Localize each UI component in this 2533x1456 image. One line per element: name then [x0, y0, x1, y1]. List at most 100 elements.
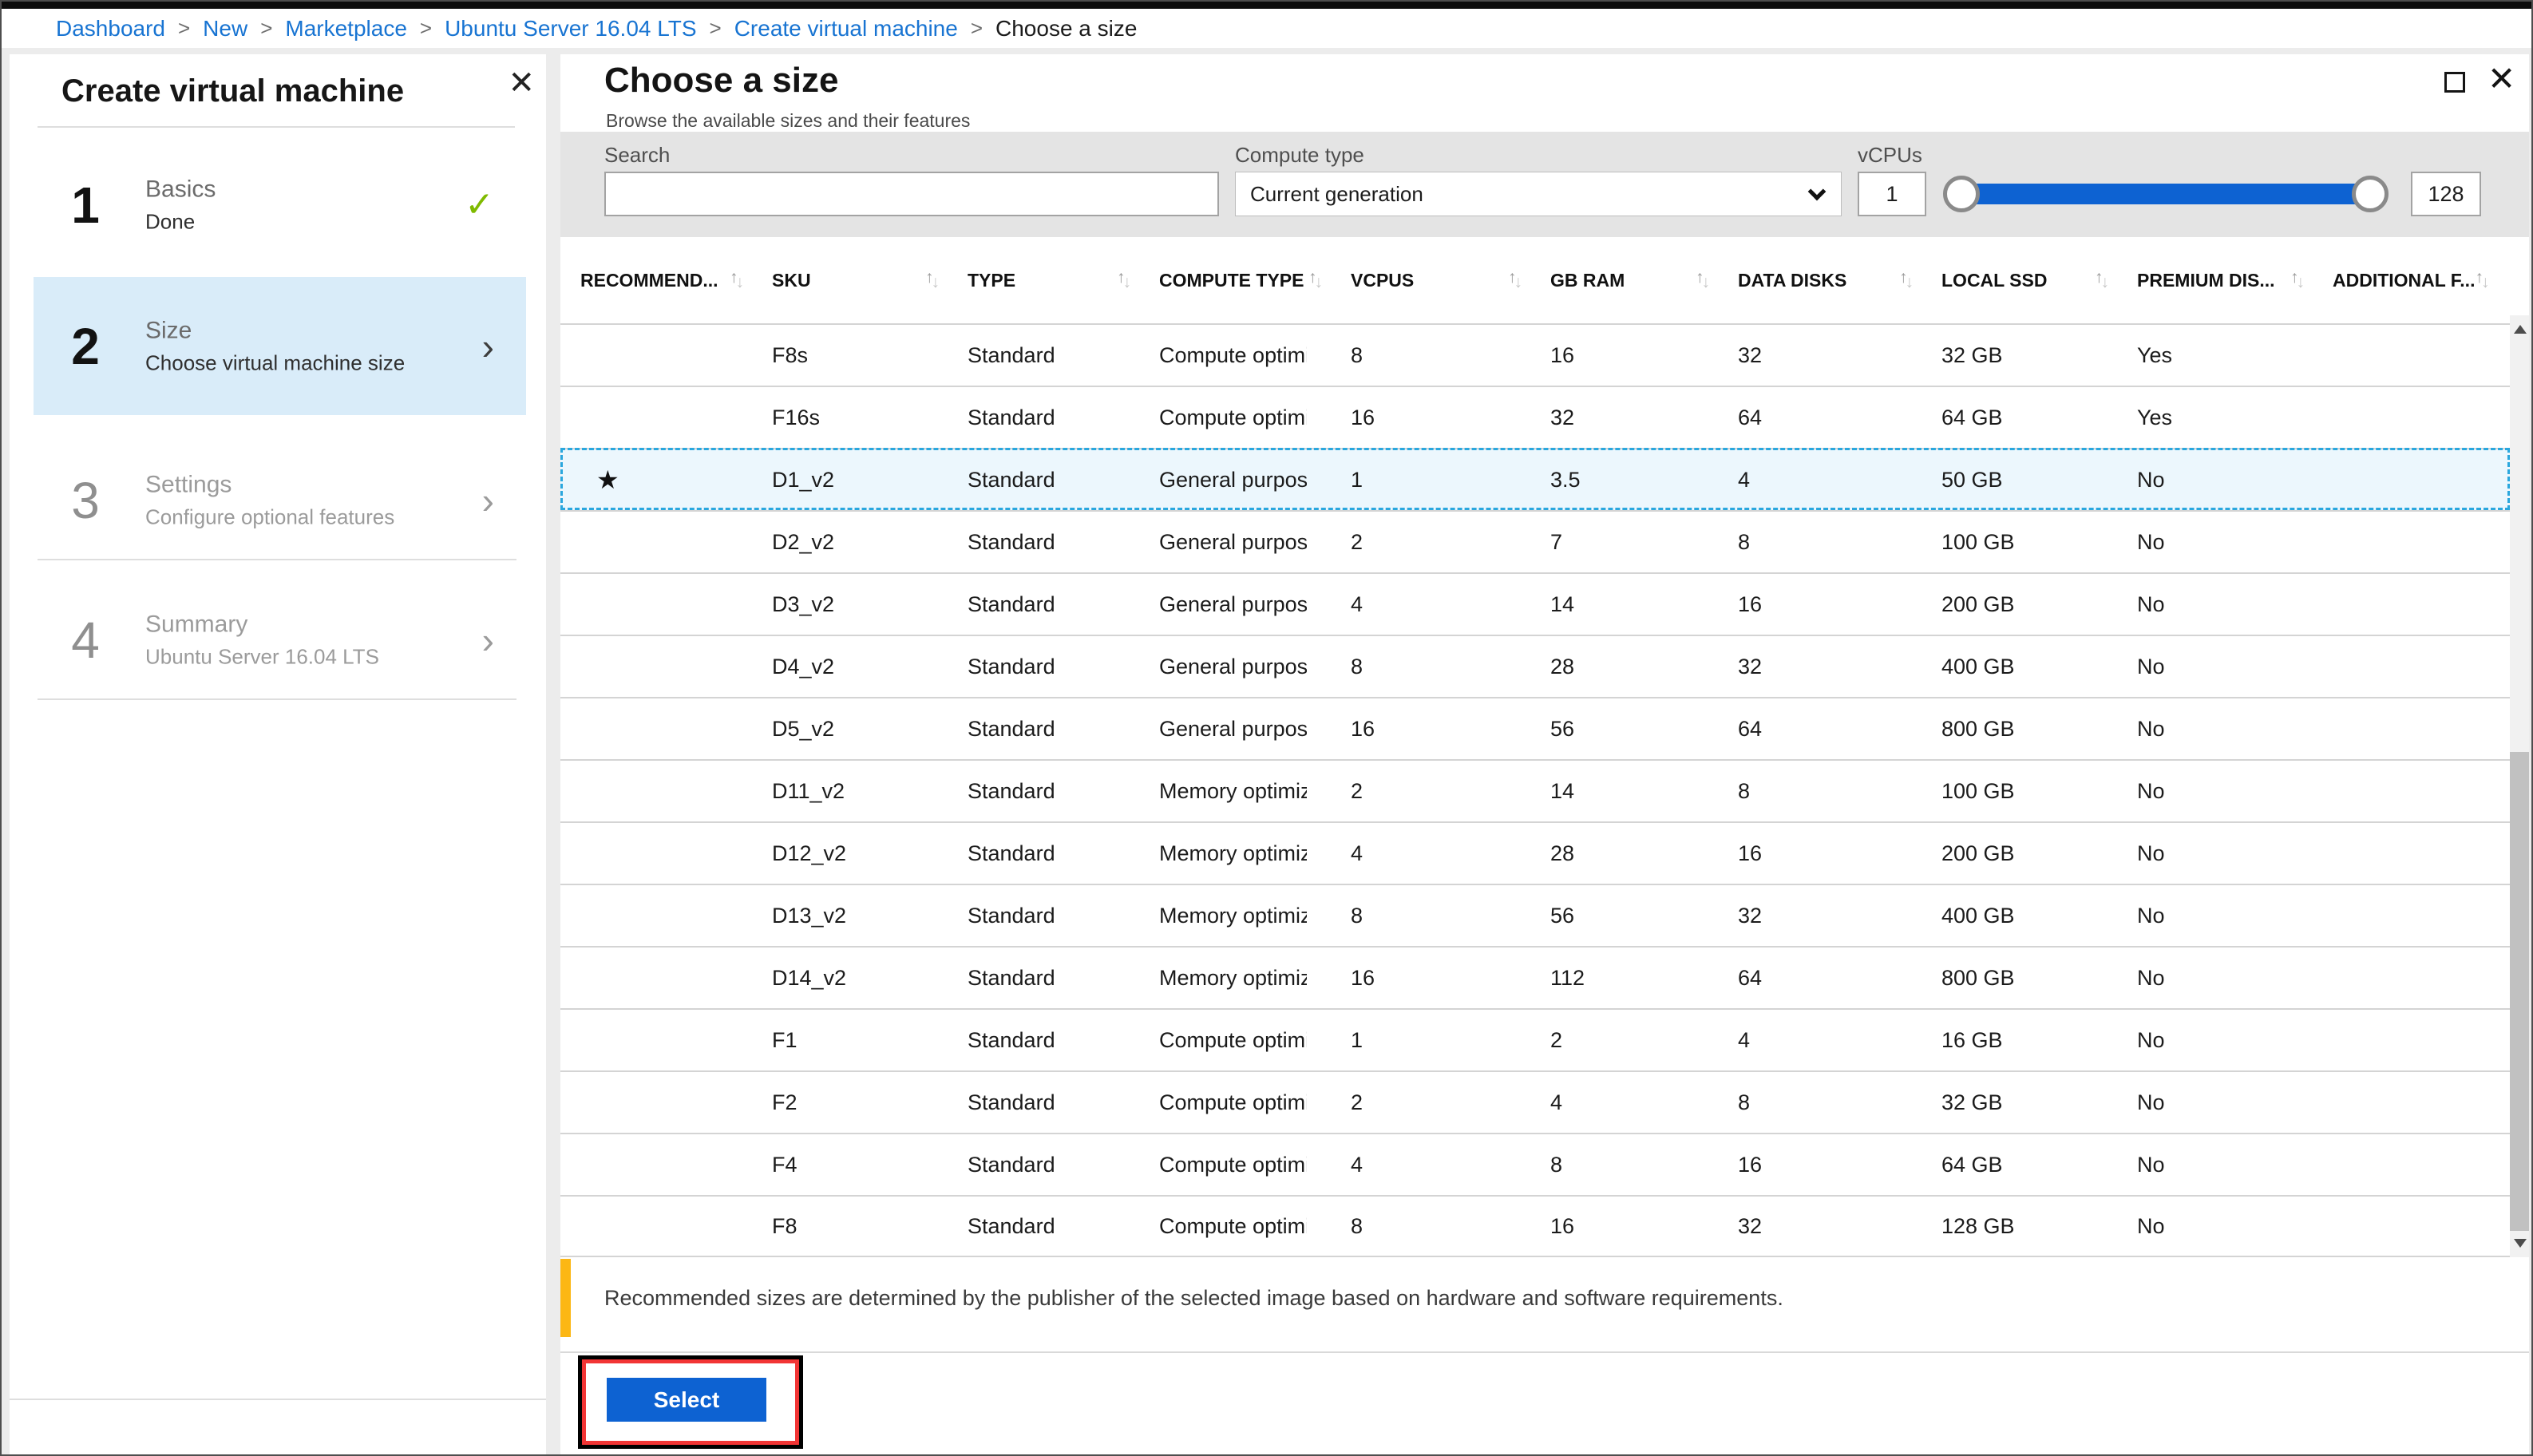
create-vm-blade: Create virtual machine ✕ 1 Basics Done ✓ 2 Si… — [10, 54, 546, 1454]
table-row-F8[interactable]: F8 Standard Compute optimized 8 16 32 128 GB No — [560, 1195, 2510, 1257]
column-header-recommended[interactable]: RECOMMEND... ↑↓ — [580, 270, 772, 291]
vcpus-min-input[interactable]: 1 — [1858, 172, 1926, 216]
close-icon[interactable]: ✕ — [508, 67, 535, 99]
cell-local-ssd: 32 GB — [1941, 342, 2003, 367]
breadcrumb-item[interactable]: Ubuntu Server 16.04 LTS — [445, 16, 696, 42]
breadcrumb-item[interactable]: Create virtual machine — [734, 16, 958, 42]
cell-type: Standard — [968, 841, 1055, 865]
column-header-gb-ram[interactable]: GB RAM ↑↓ — [1550, 270, 1738, 291]
breadcrumb-item[interactable]: New — [203, 16, 247, 42]
column-header-additional-features[interactable]: ADDITIONAL F... ↑↓ — [2333, 270, 2510, 291]
table-body: F8s Standard Compute optimized 8 16 32 32 GB Ye… — [560, 323, 2510, 1257]
cell-gb-ram: 28 — [1550, 654, 1575, 679]
sort-icon: ↑↓ — [1117, 269, 1131, 291]
cell-type: Standard — [968, 1090, 1055, 1114]
close-icon[interactable]: ✕ — [2487, 62, 2515, 96]
maximize-icon[interactable] — [2444, 72, 2465, 93]
table-row-D5_v2[interactable]: D5_v2 Standard General purpose 16 56 64 800 GB… — [560, 697, 2510, 759]
cell-recommended: ★ — [580, 465, 772, 495]
cell-premium-disk: No — [2137, 716, 2165, 741]
wizard-step-size[interactable]: 2 Size Choose virtual machine size › — [34, 277, 526, 415]
check-icon: ✓ — [465, 185, 494, 224]
compute-type-select[interactable]: Current generation — [1235, 172, 1842, 216]
slider-handle-min[interactable] — [1943, 176, 1980, 212]
scrollbar-thumb[interactable] — [2510, 752, 2529, 1231]
chevron-right-icon: › — [481, 325, 494, 367]
search-input[interactable] — [604, 172, 1219, 216]
select-button[interactable]: Select — [607, 1378, 766, 1422]
cell-premium-disk: No — [2137, 778, 2165, 803]
wizard-step-basics[interactable]: 1 Basics Done ✓ — [34, 153, 526, 257]
table-row-F1[interactable]: F1 Standard Compute optimized 1 2 4 16 GB No — [560, 1008, 2510, 1070]
table-row-F16s[interactable]: F16s Standard Compute optimized 16 32 64 64 GB… — [560, 386, 2510, 448]
cell-vcpus: 8 — [1351, 342, 1363, 367]
table-row-F4[interactable]: F4 Standard Compute optimized 4 8 16 64 GB No — [560, 1133, 2510, 1195]
column-label: SKU — [772, 269, 811, 291]
cell-sku: D13_v2 — [772, 903, 847, 928]
vertical-scrollbar[interactable] — [2510, 315, 2529, 1257]
step-label: Settings — [145, 471, 232, 498]
cell-premium-disk: No — [2137, 1213, 2165, 1238]
cell-local-ssd: 100 GB — [1941, 778, 2015, 803]
recommended-star-icon: ★ — [596, 465, 619, 494]
slider-handle-max[interactable] — [2352, 176, 2389, 212]
column-header-sku[interactable]: SKU ↑↓ — [772, 270, 968, 291]
table-row-D1_v2[interactable]: ★ D1_v2 Standard General purpose 1 3.5 4 50 GB N… — [560, 448, 2510, 510]
table-row-D2_v2[interactable]: D2_v2 Standard General purpose 2 7 8 100 GB No — [560, 510, 2510, 572]
cell-type: Standard — [968, 716, 1055, 741]
breadcrumb-separator-icon: > — [709, 16, 722, 40]
wizard-step-settings[interactable]: 3 Settings Configure optional features › — [34, 449, 526, 560]
cell-local-ssd: 64 GB — [1941, 1152, 2003, 1177]
scroll-up-icon[interactable] — [2514, 325, 2527, 334]
column-header-premium-disk[interactable]: PREMIUM DIS... ↑↓ — [2137, 270, 2333, 291]
table-row-D4_v2[interactable]: D4_v2 Standard General purpose 8 28 32 400 GB N… — [560, 635, 2510, 697]
cell-data-disks: 4 — [1738, 467, 1751, 492]
column-header-data-disks[interactable]: DATA DISKS ↑↓ — [1738, 270, 1941, 291]
cell-data-disks: 8 — [1738, 778, 1751, 803]
table-row-D14_v2[interactable]: D14_v2 Standard Memory optimized 16 112 64 800… — [560, 946, 2510, 1008]
table-row-D12_v2[interactable]: D12_v2 Standard Memory optimized 4 28 16 200 G… — [560, 821, 2510, 884]
cell-premium-disk: No — [2137, 841, 2165, 865]
cell-data-disks: 8 — [1738, 529, 1751, 554]
table-row-D11_v2[interactable]: D11_v2 Standard Memory optimized 2 14 8 100 GB… — [560, 759, 2510, 821]
cell-local-ssd: 64 GB — [1941, 405, 2003, 429]
cell-compute-type: Compute optimized — [1159, 1090, 1307, 1114]
vcpus-max-input[interactable]: 128 — [2411, 172, 2481, 216]
breadcrumb-item[interactable]: Marketplace — [285, 16, 407, 42]
cell-local-ssd: 800 GB — [1941, 716, 2015, 741]
sort-icon: ↑↓ — [1696, 269, 1710, 291]
cell-gb-ram: 56 — [1550, 903, 1575, 928]
cell-compute-type: Compute optimized — [1159, 342, 1307, 367]
breadcrumb-item[interactable]: Dashboard — [56, 16, 165, 42]
cell-gb-ram: 16 — [1550, 1213, 1575, 1238]
table-row-D13_v2[interactable]: D13_v2 Standard Memory optimized 8 56 32 400 G… — [560, 884, 2510, 946]
table-row-F8s[interactable]: F8s Standard Compute optimized 8 16 32 32 GB Ye… — [560, 323, 2510, 386]
table-row-F2[interactable]: F2 Standard Compute optimized 2 4 8 32 GB No — [560, 1070, 2510, 1133]
cell-vcpus: 4 — [1351, 1152, 1363, 1177]
step-label: Size — [145, 317, 192, 343]
cell-data-disks: 4 — [1738, 1027, 1751, 1052]
slider-track[interactable] — [1959, 184, 2373, 204]
blade-footer-divider — [10, 1399, 546, 1400]
column-header-compute-type[interactable]: COMPUTE TYPE ↑↓ — [1159, 270, 1351, 291]
sort-icon: ↑↓ — [2290, 269, 2305, 291]
step-number: 1 — [71, 176, 100, 234]
footer-divider — [560, 1351, 2529, 1353]
azure-portal-window: Dashboard > New > Marketplace > Ubuntu Server … — [0, 0, 2533, 1456]
cell-vcpus: 2 — [1351, 778, 1363, 803]
cell-type: Standard — [968, 965, 1055, 990]
sort-icon: ↑↓ — [1508, 269, 1522, 291]
cell-gb-ram: 112 — [1550, 965, 1585, 990]
cell-premium-disk: No — [2137, 1152, 2165, 1177]
column-header-type[interactable]: TYPE ↑↓ — [968, 270, 1159, 291]
scroll-down-icon[interactable] — [2514, 1239, 2527, 1248]
column-header-vcpus[interactable]: VCPUS ↑↓ — [1351, 270, 1550, 291]
column-header-local-ssd[interactable]: LOCAL SSD ↑↓ — [1941, 270, 2137, 291]
wizard-step-summary[interactable]: 4 Summary Ubuntu Server 16.04 LTS › — [34, 588, 526, 700]
chevron-down-icon — [1807, 182, 1827, 201]
table-row-D3_v2[interactable]: D3_v2 Standard General purpose 4 14 16 200 GB N… — [560, 572, 2510, 635]
cell-type: Standard — [968, 467, 1055, 492]
page-subtitle: Browse the available sizes and their fea… — [606, 110, 971, 131]
sort-icon: ↑↓ — [1308, 269, 1323, 291]
cell-data-disks: 32 — [1738, 903, 1763, 928]
